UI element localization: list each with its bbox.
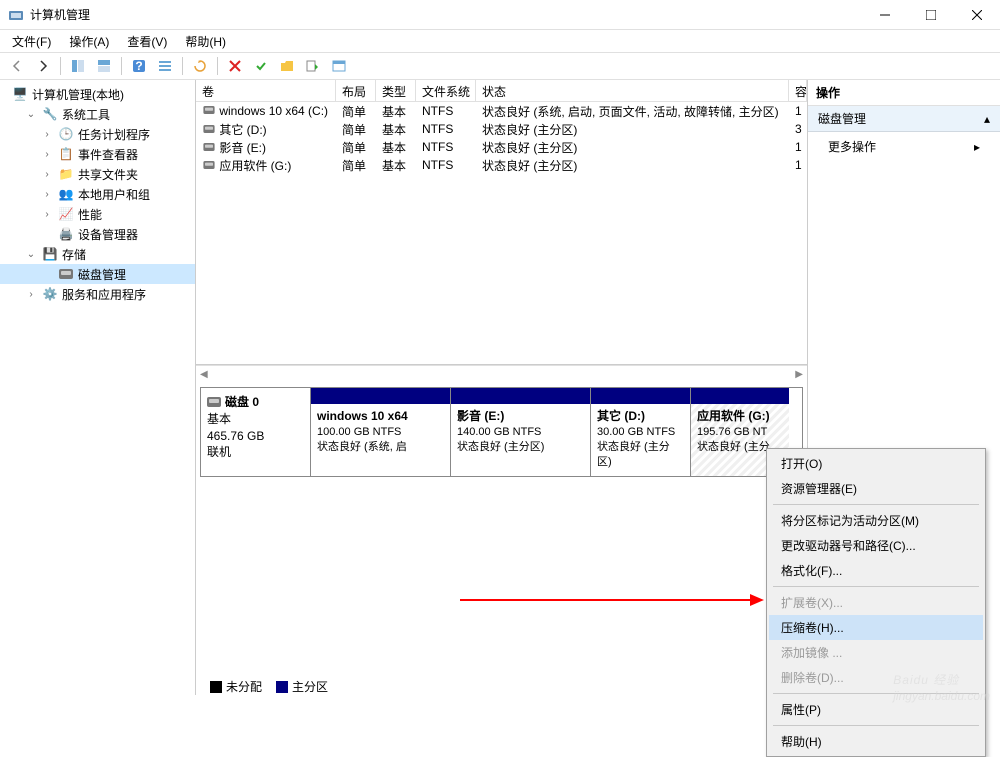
legend: 未分配 主分区 <box>210 678 328 695</box>
actions-header: 操作 <box>808 80 1000 106</box>
collapse-icon: ▴ <box>984 112 990 126</box>
toolbar-view2-button[interactable] <box>93 55 115 77</box>
context-menu: 打开(O) 资源管理器(E) 将分区标记为活动分区(M) 更改驱动器号和路径(C… <box>766 448 986 757</box>
partition[interactable]: 其它 (D:)30.00 GB NTFS状态良好 (主分区) <box>591 388 691 476</box>
col-status[interactable]: 状态 <box>476 80 789 101</box>
delete-button[interactable] <box>224 55 246 77</box>
help-button[interactable]: ? <box>128 55 150 77</box>
svg-text:?: ? <box>135 59 142 73</box>
tree-devicemgr[interactable]: 🖨️设备管理器 <box>0 224 195 244</box>
menu-action[interactable]: 操作(A) <box>69 33 109 50</box>
toolbar-props-button[interactable] <box>302 55 324 77</box>
toolbar-view1-button[interactable] <box>67 55 89 77</box>
disk-info[interactable]: 磁盘 0 基本 465.76 GB 联机 <box>201 388 311 476</box>
tree-pane: 🖥️计算机管理(本地) ⌄🔧系统工具 ›🕒任务计划程序 ›📋事件查看器 ›📁共享… <box>0 80 196 695</box>
window-maximize-button[interactable] <box>908 0 954 30</box>
ctx-delete-volume: 删除卷(D)... <box>769 665 983 690</box>
forward-button[interactable] <box>32 55 54 77</box>
event-icon: 📋 <box>58 146 74 162</box>
partition[interactable]: 影音 (E:)140.00 GB NTFS状态良好 (主分区) <box>451 388 591 476</box>
toolbar: ? <box>0 52 1000 80</box>
menu-file[interactable]: 文件(F) <box>12 33 51 50</box>
tree-tasks[interactable]: ›🕒任务计划程序 <box>0 124 195 144</box>
ctx-extend: 扩展卷(X)... <box>769 590 983 615</box>
services-icon: ⚙️ <box>42 286 58 302</box>
col-filesystem[interactable]: 文件系统 <box>416 80 476 101</box>
center-pane: 卷 布局 类型 文件系统 状态 容 windows 10 x64 (C:)简单基… <box>196 80 808 695</box>
col-volume[interactable]: 卷 <box>196 80 336 101</box>
window-titlebar: 计算机管理 <box>0 0 1000 30</box>
tools-icon: 🔧 <box>42 106 58 122</box>
table-row[interactable]: 应用软件 (G:)简单基本NTFS状态良好 (主分区)1 <box>196 156 807 174</box>
partition[interactable]: windows 10 x64100.00 GB NTFS状态良好 (系统, 启 <box>311 388 451 476</box>
perf-icon: 📈 <box>58 206 74 222</box>
toolbar-window-button[interactable] <box>328 55 350 77</box>
ctx-shrink[interactable]: 压缩卷(H)... <box>769 615 983 640</box>
tree-diskmgmt[interactable]: 磁盘管理 <box>0 264 195 284</box>
users-icon: 👥 <box>58 186 74 202</box>
col-capacity[interactable]: 容 <box>789 80 807 101</box>
disk-row: 磁盘 0 基本 465.76 GB 联机 windows 10 x64100.0… <box>200 387 803 477</box>
toolbar-folder-button[interactable] <box>276 55 298 77</box>
disk-icon <box>58 266 74 282</box>
window-close-button[interactable] <box>954 0 1000 30</box>
ctx-mark-active[interactable]: 将分区标记为活动分区(M) <box>769 508 983 533</box>
tree-systools[interactable]: ⌄🔧系统工具 <box>0 104 195 124</box>
refresh-button[interactable] <box>189 55 211 77</box>
col-type[interactable]: 类型 <box>376 80 416 101</box>
ctx-explorer[interactable]: 资源管理器(E) <box>769 476 983 501</box>
disk-icon <box>207 397 221 407</box>
ctx-open[interactable]: 打开(O) <box>769 451 983 476</box>
volume-table: 卷 布局 类型 文件系统 状态 容 windows 10 x64 (C:)简单基… <box>196 80 807 365</box>
tree-performance[interactable]: ›📈性能 <box>0 204 195 224</box>
ctx-add-mirror: 添加镜像 ... <box>769 640 983 665</box>
ctx-help[interactable]: 帮助(H) <box>769 729 983 754</box>
menu-help[interactable]: 帮助(H) <box>185 33 226 50</box>
tree-root[interactable]: 🖥️计算机管理(本地) <box>0 84 195 104</box>
legend-primary-icon <box>276 681 288 693</box>
menu-view[interactable]: 查看(V) <box>127 33 167 50</box>
app-icon <box>8 7 24 23</box>
toolbar-list-button[interactable] <box>154 55 176 77</box>
scroll-left-icon[interactable]: ◀ <box>200 369 208 380</box>
chevron-right-icon: ▸ <box>974 140 980 154</box>
tree-localusers[interactable]: ›👥本地用户和组 <box>0 184 195 204</box>
toolbar-check-button[interactable] <box>250 55 272 77</box>
menu-bar: 文件(F) 操作(A) 查看(V) 帮助(H) <box>0 30 1000 52</box>
tree-storage[interactable]: ⌄💾存储 <box>0 244 195 264</box>
actions-more[interactable]: 更多操作▸ <box>808 132 1000 161</box>
computer-icon: 🖥️ <box>12 86 28 102</box>
table-row[interactable]: 影音 (E:)简单基本NTFS状态良好 (主分区)1 <box>196 138 807 156</box>
actions-group[interactable]: 磁盘管理▴ <box>808 106 1000 132</box>
tree-eventviewer[interactable]: ›📋事件查看器 <box>0 144 195 164</box>
table-row[interactable]: windows 10 x64 (C:)简单基本NTFS状态良好 (系统, 启动,… <box>196 102 807 120</box>
volume-table-header: 卷 布局 类型 文件系统 状态 容 <box>196 80 807 102</box>
tree-services[interactable]: ›⚙️服务和应用程序 <box>0 284 195 304</box>
storage-icon: 💾 <box>42 246 58 262</box>
clock-icon: 🕒 <box>58 126 74 142</box>
ctx-properties[interactable]: 属性(P) <box>769 697 983 722</box>
tree-sharedfolders[interactable]: ›📁共享文件夹 <box>0 164 195 184</box>
table-row[interactable]: 其它 (D:)简单基本NTFS状态良好 (主分区)3 <box>196 120 807 138</box>
legend-unallocated-icon <box>210 681 222 693</box>
folder-share-icon: 📁 <box>58 166 74 182</box>
ctx-change-letter[interactable]: 更改驱动器号和路径(C)... <box>769 533 983 558</box>
horizontal-scrollbar[interactable]: ◀ ▶ <box>196 365 807 383</box>
back-button[interactable] <box>6 55 28 77</box>
window-minimize-button[interactable] <box>862 0 908 30</box>
window-title: 计算机管理 <box>30 6 862 23</box>
device-icon: 🖨️ <box>58 226 74 242</box>
col-layout[interactable]: 布局 <box>336 80 376 101</box>
scroll-right-icon[interactable]: ▶ <box>795 369 803 380</box>
ctx-format[interactable]: 格式化(F)... <box>769 558 983 583</box>
disk-graphic-pane: 磁盘 0 基本 465.76 GB 联机 windows 10 x64100.0… <box>196 383 807 695</box>
